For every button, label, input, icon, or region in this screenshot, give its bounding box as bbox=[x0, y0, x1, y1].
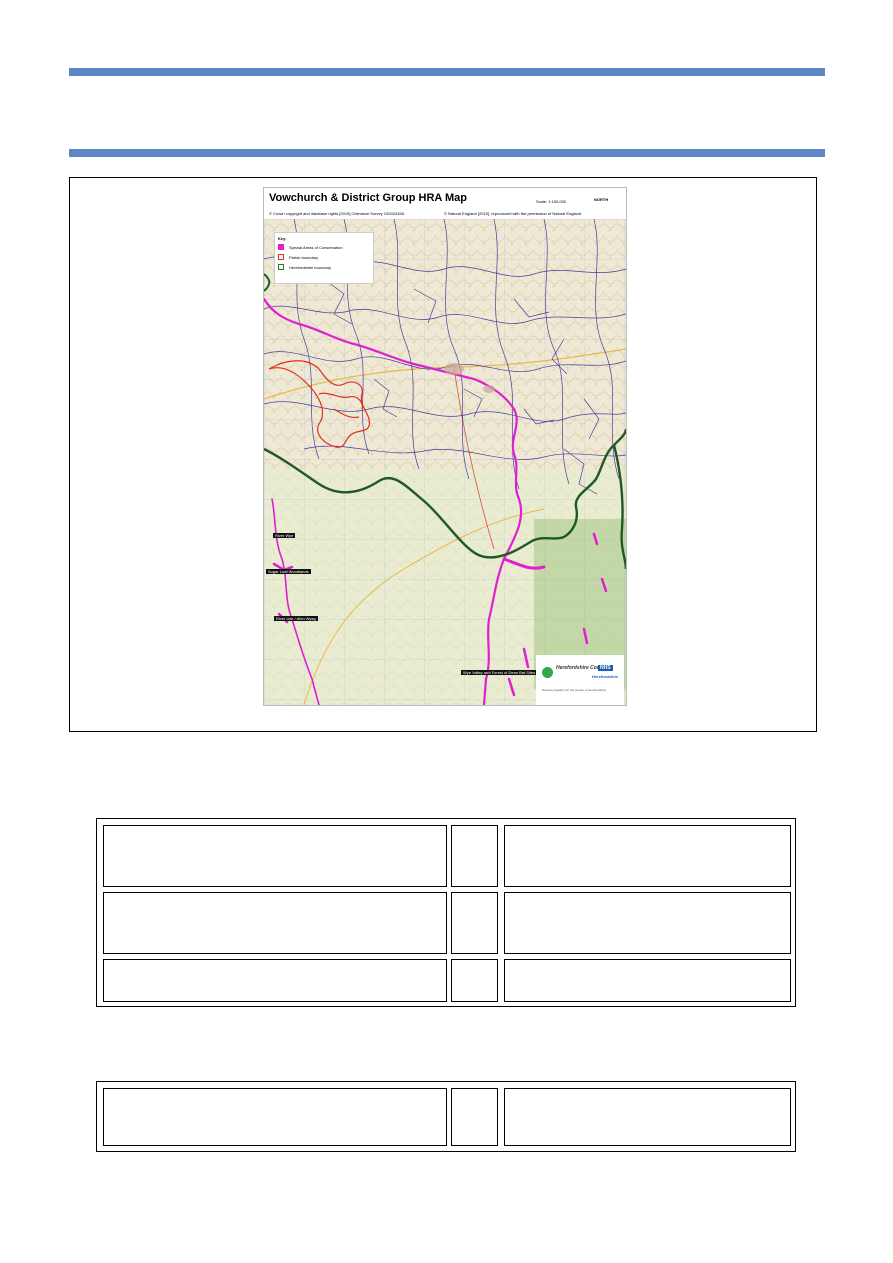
map-label-river-wye: River Wye bbox=[273, 533, 296, 538]
header-rule-bottom bbox=[69, 149, 825, 157]
council-logo: Herefordshire Council NHS Herefordshire … bbox=[536, 655, 624, 705]
county-swatch-icon bbox=[278, 264, 284, 270]
table-1-cell bbox=[103, 892, 447, 954]
map-header: Vowchurch & District Group HRA Map Scale… bbox=[264, 188, 626, 222]
map-label-sugar-loaf: Sugar Loaf Woodlands bbox=[266, 569, 311, 574]
table-1-cell bbox=[103, 825, 447, 887]
table-1-cell bbox=[451, 892, 498, 954]
header-rule-top bbox=[69, 68, 825, 76]
key-item-label: Herefordshire boundary bbox=[289, 264, 332, 270]
key-item-county: Herefordshire boundary bbox=[278, 264, 370, 270]
key-item-sac: Special Areas of Conservation bbox=[278, 244, 370, 250]
map-key-title: Key: bbox=[278, 236, 287, 241]
sac-swatch-icon bbox=[278, 244, 284, 250]
north-arrow-icon: NORTH bbox=[594, 197, 609, 202]
map-key: Key: Special Areas of Conservation Paris… bbox=[274, 232, 374, 284]
map-label-river-usk: River Usk / Afon Wysg bbox=[274, 616, 318, 621]
map-copyright-ne: © Natural England [2015], reproduced wit… bbox=[444, 211, 582, 216]
table-2-cell bbox=[451, 1088, 498, 1146]
council-tagline: Working together for the people of Heref… bbox=[542, 688, 607, 692]
table-1-cell bbox=[504, 825, 791, 887]
key-item-label: Parish boundary bbox=[289, 254, 319, 260]
apple-icon bbox=[542, 667, 553, 678]
map-scale: Scale: 1:150,000 bbox=[536, 199, 567, 204]
table-1-cell bbox=[451, 959, 498, 1002]
nhs-sub: Herefordshire bbox=[592, 674, 619, 679]
table-1 bbox=[96, 818, 796, 1007]
map-title: Vowchurch & District Group HRA Map bbox=[269, 192, 468, 204]
table-2 bbox=[96, 1081, 796, 1152]
key-item-label: Special Areas of Conservation bbox=[289, 244, 343, 250]
table-2-cell bbox=[103, 1088, 447, 1146]
table-1-cell bbox=[504, 892, 791, 954]
map-canvas bbox=[264, 219, 626, 705]
table-2-cell bbox=[504, 1088, 791, 1146]
table-1-cell bbox=[504, 959, 791, 1002]
table-1-cell bbox=[451, 825, 498, 887]
map-copyright-os: © Crown copyright and database rights [2… bbox=[269, 211, 405, 216]
parish-swatch-icon bbox=[278, 254, 284, 260]
hra-map: Vowchurch & District Group HRA Map Scale… bbox=[263, 187, 627, 706]
key-item-parish: Parish boundary bbox=[278, 254, 370, 260]
table-1-cell bbox=[103, 959, 447, 1002]
map-label-wye-valley: Wye Valley and Forest of Dean Bat Sites bbox=[461, 670, 538, 675]
nhs-logo: NHS bbox=[598, 665, 613, 671]
